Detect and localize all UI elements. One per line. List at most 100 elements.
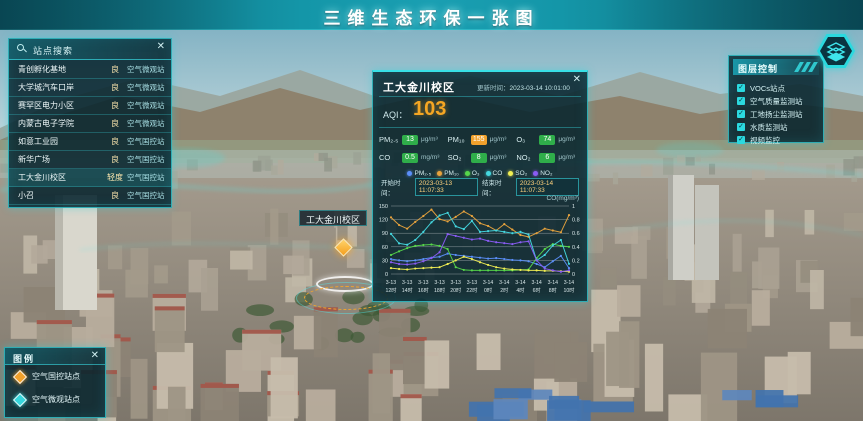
- station-aqi-level: 良: [105, 82, 125, 93]
- station-row[interactable]: 新华广场良空气国控站: [9, 151, 171, 169]
- station-aqi-level: 良: [105, 190, 125, 201]
- pollutant-name: O₃: [516, 135, 536, 144]
- checkbox-checked-icon[interactable]: ✓: [737, 136, 745, 144]
- svg-text:18时: 18时: [434, 286, 445, 294]
- svg-text:0: 0: [385, 272, 388, 278]
- layers-glyph-icon: [817, 34, 855, 68]
- legend-item-label: 空气国控站点: [32, 371, 80, 382]
- station-rows: 青创孵化基地良空气微观站大学城汽车口岸良空气微观站赛罕区电力小区良空气微观站内蒙…: [9, 61, 171, 207]
- legend-item: 空气微观站点: [5, 388, 105, 411]
- aqi-label: AQI：: [383, 108, 408, 121]
- svg-text:4时: 4时: [516, 286, 524, 294]
- station-row[interactable]: 大学城汽车口岸良空气微观站: [9, 79, 171, 97]
- svg-text:3-13: 3-13: [451, 280, 461, 286]
- pollutant-unit: μg/m³: [558, 154, 575, 161]
- pollutant-unit: μg/m³: [421, 136, 438, 143]
- map-legend-panel: 图例 ✕ 空气国控站点空气微观站点: [4, 347, 106, 418]
- marker-label[interactable]: 工大金川校区: [299, 210, 367, 226]
- header-bar: 三维生态环保一张图: [0, 0, 863, 30]
- layer-toggle-item[interactable]: ✓VOCs站点: [737, 82, 819, 94]
- legend-label: O₃: [472, 170, 480, 177]
- station-name: 青创孵化基地: [9, 64, 105, 75]
- pollutant-trend-chart: 030609012015000.20.40.60.813-1312时3-1314…: [375, 202, 587, 302]
- station-type: 空气国控站: [125, 136, 171, 147]
- chart-legend-item: SO₂: [508, 170, 527, 177]
- station-aqi-level: 良: [105, 64, 125, 75]
- checkbox-checked-icon[interactable]: ✓: [737, 84, 745, 92]
- legend-label: NO₂: [540, 170, 552, 177]
- layer-toggle-item[interactable]: ✓水质监测站: [737, 121, 819, 133]
- station-row[interactable]: 内蒙古电子学院良空气微观站: [9, 115, 171, 133]
- station-row[interactable]: 工大金川校区轻度空气国控站: [9, 169, 171, 187]
- station-name: 小召: [9, 190, 105, 201]
- pollutant-name: PM₁₀: [448, 135, 468, 144]
- station-detail-popup: 工大金川校区 更新时间：2023-03-14 10:01:00 ✕ AQI： 1…: [372, 70, 588, 302]
- station-aqi-level: 良: [105, 118, 125, 129]
- svg-text:3-13: 3-13: [467, 280, 477, 286]
- pollutant-name: SO₂: [448, 153, 468, 162]
- svg-text:30: 30: [382, 258, 388, 264]
- svg-text:14时: 14时: [402, 286, 413, 294]
- close-icon[interactable]: ✕: [157, 42, 165, 52]
- svg-text:10时: 10时: [564, 286, 575, 294]
- layer-toggle-item[interactable]: ✓视频监控: [737, 134, 819, 146]
- layer-panel-title: 图层控制: [738, 62, 778, 75]
- layer-label: 工地扬尘监测站: [750, 109, 803, 120]
- pollutant-cell: PM₂.₅13μg/m³: [379, 132, 448, 147]
- pollutant-unit: μg/m³: [490, 154, 507, 161]
- legend-dot-icon: [508, 171, 513, 176]
- station-row[interactable]: 小召良空气国控站: [9, 187, 171, 205]
- checkbox-checked-icon[interactable]: ✓: [737, 110, 745, 118]
- start-time-input[interactable]: 2023-03-13 11:07:33: [415, 178, 478, 196]
- station-row[interactable]: 青创孵化基地良空气微观站: [9, 61, 171, 79]
- pollutant-value-badge: 6: [539, 153, 555, 163]
- svg-text:3-14: 3-14: [499, 280, 509, 286]
- layers-hexagon-icon[interactable]: [817, 34, 855, 68]
- station-type: 空气微观站: [125, 118, 171, 129]
- pollutant-value-badge: 0.5: [402, 153, 418, 163]
- station-type: 空气微观站: [125, 64, 171, 75]
- layer-items: ✓VOCs站点✓空气质量监测站✓工地扬尘监测站✓水质监测站✓视频监控: [737, 82, 819, 147]
- legend-items: 空气国控站点空气微观站点: [5, 365, 105, 411]
- chart-legend-item: CO: [486, 170, 503, 177]
- svg-text:3-14: 3-14: [548, 280, 558, 286]
- svg-text:0时: 0时: [484, 286, 492, 294]
- svg-text:0.6: 0.6: [572, 231, 580, 237]
- pollutant-row: CO0.5mg/m³SO₂8μg/m³NO₂6μg/m³: [379, 150, 585, 165]
- pollutant-cell: NO₂6μg/m³: [516, 150, 585, 165]
- station-row[interactable]: 如意工业园良空气国控站: [9, 133, 171, 151]
- pollutant-cell: O₃74μg/m³: [516, 132, 585, 147]
- time-range-row: 开始时间： 2023-03-13 11:07:33 结束时间： 2023-03-…: [381, 181, 579, 193]
- checkbox-checked-icon[interactable]: ✓: [737, 97, 745, 105]
- aqi-value: 103: [413, 98, 446, 121]
- checkbox-checked-icon[interactable]: ✓: [737, 123, 745, 131]
- close-icon[interactable]: ✕: [573, 75, 581, 85]
- station-marker[interactable]: [336, 240, 352, 256]
- station-type: 空气微观站: [125, 100, 171, 111]
- svg-text:3-14: 3-14: [564, 280, 574, 286]
- layer-toggle-item[interactable]: ✓ 空气质量监测站: [737, 95, 819, 107]
- legend-label: PM₂.₅: [414, 170, 431, 177]
- close-icon[interactable]: ✕: [91, 351, 99, 361]
- station-row[interactable]: 赛罕区电力小区良空气微观站: [9, 97, 171, 115]
- app-window: 工大金川校区 三维生态环保一张图 站点搜索 ✕ 青创孵化基地良空气微观站大学城汽…: [0, 0, 863, 421]
- svg-text:60: 60: [382, 245, 388, 251]
- svg-text:0.4: 0.4: [572, 245, 580, 251]
- pollutant-unit: μg/m³: [490, 136, 507, 143]
- search-icon: [17, 44, 27, 54]
- page-title: 三维生态环保一张图: [0, 4, 863, 29]
- end-time-input[interactable]: 2023-03-14 11:07:33: [516, 178, 579, 196]
- pollutant-name: NO₂: [516, 153, 536, 162]
- legend-dot-icon: [465, 171, 470, 176]
- layer-toggle-item[interactable]: ✓ 工地扬尘监测站: [737, 108, 819, 120]
- pollutant-row: PM₂.₅13μg/m³PM₁₀155μg/m³O₃74μg/m³: [379, 132, 585, 147]
- layer-label: 空气质量监测站: [750, 96, 803, 107]
- station-aqi-level: 轻度: [105, 172, 125, 183]
- svg-text:3-13: 3-13: [418, 280, 428, 286]
- station-aqi-level: 良: [105, 100, 125, 111]
- legend-dot-icon: [533, 171, 538, 176]
- layer-panel-header: 图层控制: [733, 59, 819, 75]
- diamond-marker-icon: [13, 369, 27, 383]
- popup-title: 工大金川校区: [383, 79, 455, 95]
- chart-legend-item: PM₂.₅: [407, 170, 431, 177]
